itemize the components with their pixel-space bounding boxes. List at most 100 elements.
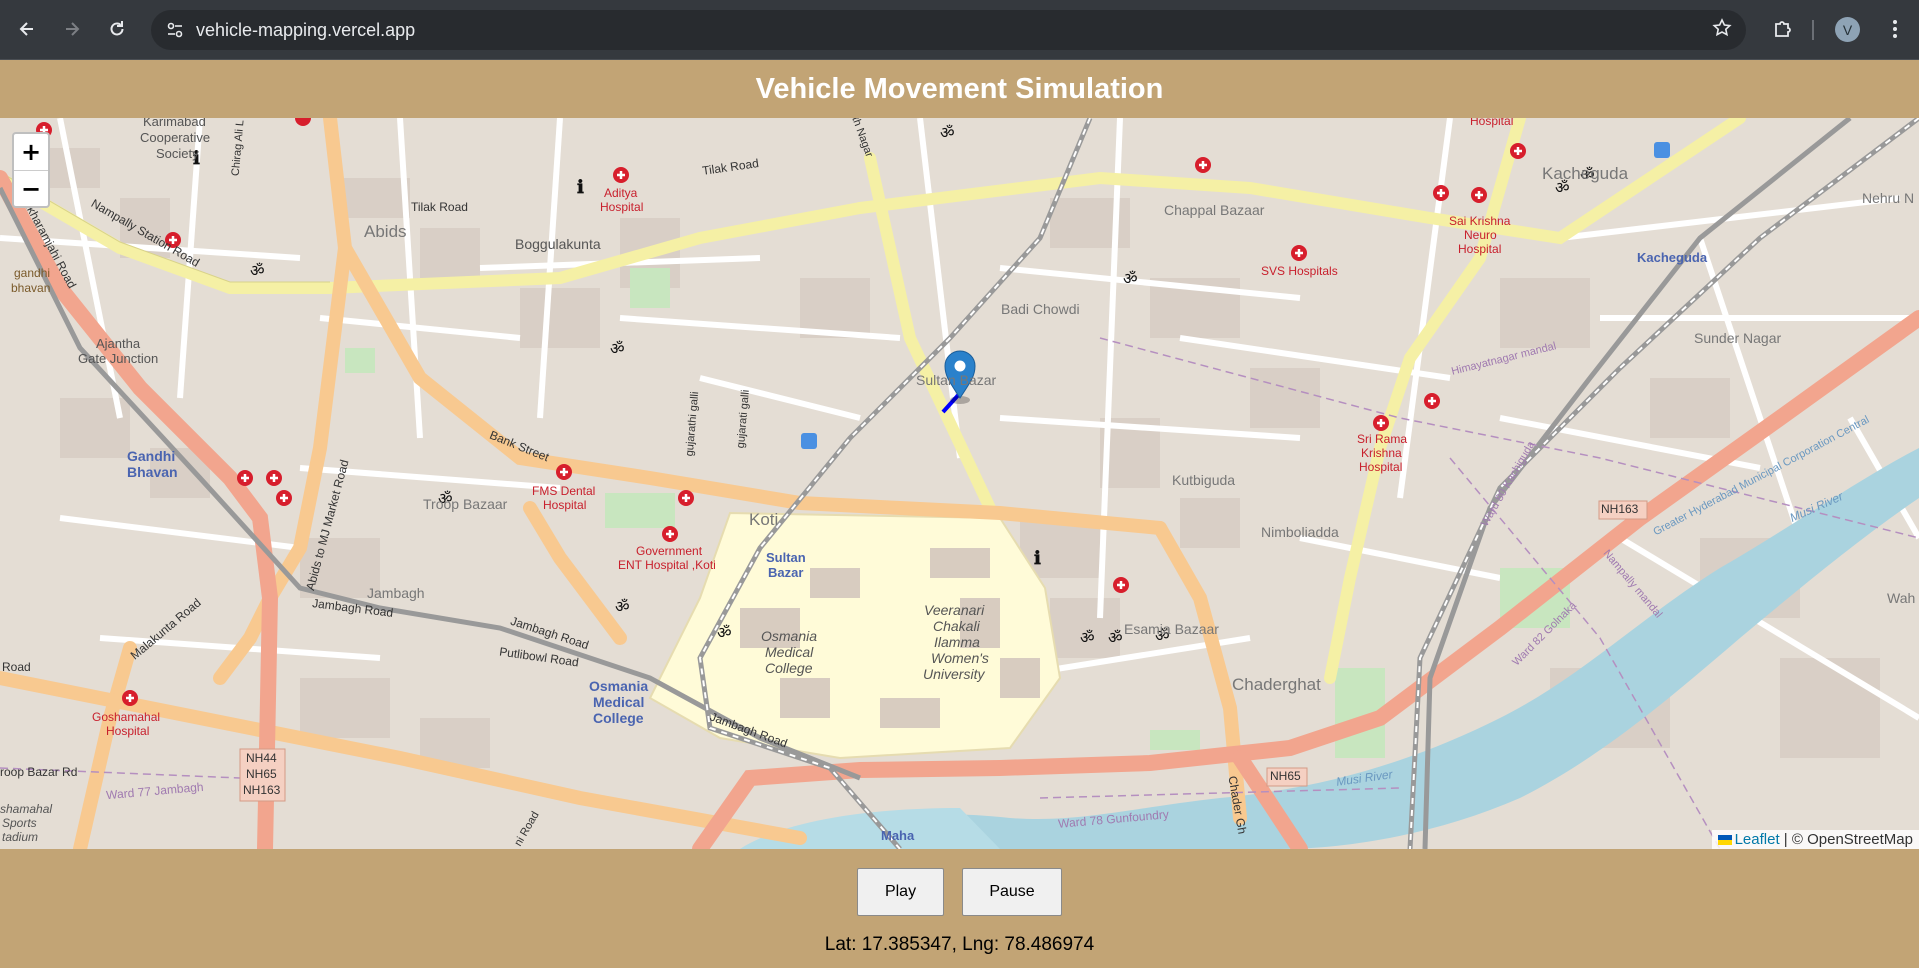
arrow-right-icon — [66, 22, 80, 36]
label-gandhi-bhavan-2: Bhavan — [127, 464, 178, 480]
label-fms-dental-1: FMS Dental — [532, 484, 596, 498]
svg-text:ॐ: ॐ — [610, 339, 625, 358]
label-veeranari-4: Women's — [931, 650, 989, 666]
label-sultan-bazar: Sultan Bazar — [916, 372, 997, 388]
label-aditya: Aditya — [604, 186, 638, 200]
label-gandhi-small-2: bhavan — [11, 281, 51, 295]
label-nh163: NH163 — [1601, 502, 1639, 516]
label-sri-rama-3: Hospital — [1359, 460, 1403, 474]
page-title: Vehicle Movement Simulation — [755, 72, 1164, 105]
label-sai-krishna-1: Sai Krishna — [1449, 214, 1511, 228]
label-wah: Wah — [1887, 590, 1916, 606]
label-society: Society — [156, 146, 199, 161]
label-goshamahal-1: Goshamahal — [92, 710, 161, 724]
label-gandhi-bhavan-1: Gandhi — [127, 448, 176, 464]
label-sri-rama-1: Sri Rama — [1357, 432, 1408, 446]
reload-icon — [110, 21, 124, 36]
label-veeranari-3: Ilamma — [934, 634, 980, 650]
label-osmania-college-3: College — [765, 660, 813, 676]
extensions-button[interactable] — [1766, 12, 1800, 46]
ukraine-flag-icon — [1717, 835, 1732, 846]
label-govt-ent-2: ENT Hospital ,Koti — [618, 558, 716, 572]
label-abids: Abids — [364, 222, 407, 241]
label-shamahal-3: tadium — [2, 830, 39, 844]
svg-text:ॐ: ॐ — [940, 123, 955, 142]
label-nh65: NH65 — [1270, 769, 1301, 783]
svg-text:ॐ: ॐ — [1108, 628, 1123, 647]
controls-panel: Play Pause Lat: 17.385347, Lng: 78.48697… — [0, 849, 1919, 968]
label-shamahal-1: shamahal — [0, 802, 53, 816]
label-esamia-bazaar: Esamia Bazaar — [1124, 621, 1219, 637]
zoom-control: + − — [12, 132, 50, 208]
coordinates-readout: Lat: 17.385347, Lng: 78.486974 — [824, 934, 1095, 955]
label-veeranari-2: Chakali — [933, 618, 980, 634]
label-gandhi-small-1: gandhi — [14, 266, 51, 280]
site-info-button[interactable] — [163, 18, 187, 42]
label-road-left: Road — [2, 660, 31, 674]
label-goshamahal-2: Hospital — [106, 724, 150, 738]
label-koti: Koti — [749, 510, 779, 529]
zoom-out-button[interactable]: − — [14, 170, 48, 207]
label-osmania-stop-1: Osmania — [589, 678, 649, 694]
page-header: Vehicle Movement Simulation — [0, 60, 1919, 118]
profile-avatar[interactable]: V — [1835, 17, 1860, 42]
label-osmania-stop-3: College — [593, 710, 644, 726]
map-container[interactable]: ॐॐॐ ॐॐॐ ॐॐॐ ॐॐॐ ℹℹℹ Karimabad Cooperativ… — [0, 118, 1919, 849]
label-karimabad: Karimabad — [143, 118, 206, 129]
label-troop-bazaar: Troop Bazaar — [423, 496, 508, 512]
map-tiles[interactable]: ॐॐॐ ॐॐॐ ॐॐॐ ॐॐॐ ℹℹℹ — [0, 118, 1919, 849]
zoom-in-button[interactable]: + — [14, 134, 48, 170]
label-veeranari-5: University — [923, 666, 985, 682]
label-nh163-b: NH163 — [243, 783, 281, 797]
label-maha: Maha — [881, 828, 915, 843]
leaflet-link[interactable]: Leaflet — [1735, 831, 1780, 848]
label-ajantha-2: Gate Junction — [78, 351, 159, 366]
label-aditya-hospital: Hospital — [600, 200, 644, 214]
label-ajantha-1: Ajantha — [96, 336, 141, 351]
label-troop-bazar-rd: roop Bazar Rd — [0, 765, 78, 779]
svg-text:ℹ: ℹ — [577, 177, 584, 198]
label-osmania-stop-2: Medical — [593, 694, 645, 710]
label-badi-chowdi: Badi Chowdi — [1001, 301, 1080, 317]
label-hospital-top: Hospital — [1470, 118, 1514, 128]
label-sai-krishna-3: Hospital — [1458, 242, 1502, 256]
forward-button[interactable] — [55, 12, 89, 46]
arrow-left-icon — [19, 22, 33, 36]
back-button[interactable] — [10, 12, 44, 46]
label-boggulakunta: Boggulakunta — [515, 236, 601, 252]
svg-text:ॐ: ॐ — [1080, 628, 1095, 647]
label-sultan-bazar-stop-1: Sultan — [766, 550, 806, 565]
label-nehru: Nehru N — [1862, 190, 1915, 206]
address-bar[interactable]: vehicle-mapping.vercel.app — [151, 10, 1746, 50]
map-attribution: Leaflet | © OpenStreetMap — [1711, 830, 1919, 849]
svg-text:ॐ: ॐ — [250, 261, 265, 280]
label-sunder-nagar: Sunder Nagar — [1694, 330, 1782, 346]
label-chaderghat: Chaderghat — [1232, 675, 1321, 694]
label-fms-dental-2: Hospital — [543, 498, 587, 512]
label-chappal-bazaar: Chappal Bazaar — [1164, 202, 1265, 218]
reload-button[interactable] — [100, 12, 134, 46]
label-kacheguda-station: Kacheguda — [1637, 250, 1708, 265]
label-nimboliadda: Nimboliadda — [1261, 524, 1339, 540]
label-jambagh: Jambagh — [367, 585, 425, 601]
browser-menu-button[interactable] — [1878, 12, 1912, 46]
label-tilak-road-west: Tilak Road — [411, 200, 468, 214]
label-govt-ent-1: Government — [636, 544, 703, 558]
puzzle-icon — [1775, 21, 1791, 37]
label-kutbiguda: Kutbiguda — [1172, 472, 1236, 488]
label-sri-rama-2: Krishna — [1361, 446, 1402, 460]
label-svs-hospitals: SVS Hospitals — [1261, 264, 1338, 278]
svg-text:ॐ: ॐ — [717, 623, 732, 642]
play-button[interactable]: Play — [857, 868, 944, 916]
bookmark-button[interactable] — [1712, 18, 1732, 44]
url-text[interactable]: vehicle-mapping.vercel.app — [196, 20, 415, 41]
browser-toolbar: vehicle-mapping.vercel.app V — [0, 0, 1919, 60]
label-sultan-bazar-stop-2: Bazar — [768, 565, 804, 580]
pause-button[interactable]: Pause — [962, 868, 1062, 916]
label-sai-krishna-2: Neuro — [1464, 228, 1497, 242]
label-veeranari-1: Veeranari — [924, 602, 985, 618]
svg-text:ॐ: ॐ — [615, 597, 630, 616]
toolbar-separator — [1812, 20, 1814, 40]
label-nh65-b: NH65 — [246, 767, 277, 781]
label-osmania-college-2: Medical — [765, 644, 814, 660]
